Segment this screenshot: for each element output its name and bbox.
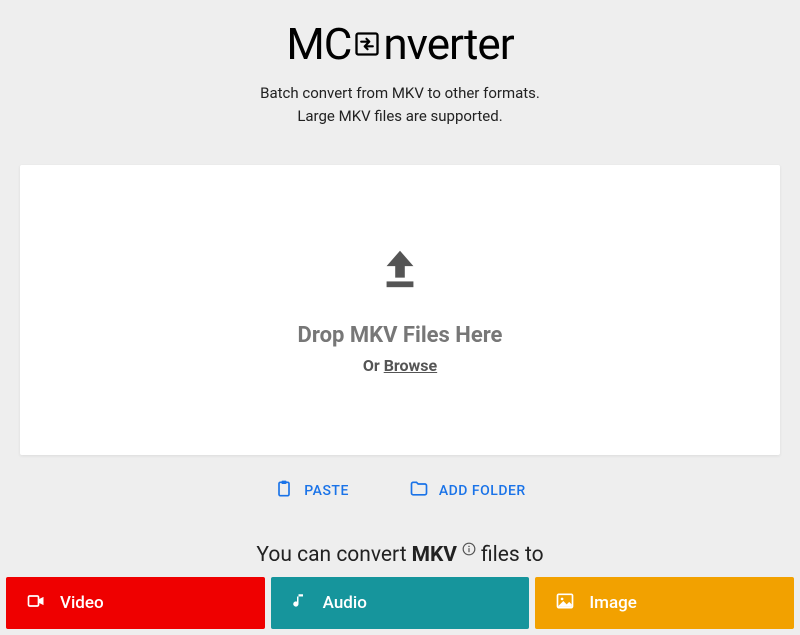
image-icon — [555, 591, 575, 616]
convert-pre: You can convert — [256, 543, 406, 567]
drop-heading: Drop MKV Files Here — [298, 323, 503, 348]
dropzone[interactable]: Drop MKV Files Here Or Browse — [20, 165, 780, 455]
browse-link[interactable]: Browse — [384, 356, 437, 375]
video-icon — [26, 591, 46, 616]
add-folder-label: ADD FOLDER — [439, 483, 526, 499]
paste-button[interactable]: PASTE — [266, 473, 357, 509]
format-video-label: Video — [60, 593, 104, 613]
folder-icon — [409, 479, 429, 503]
format-image-label: Image — [589, 593, 637, 613]
browse-line: Or Browse — [363, 356, 437, 375]
clipboard-icon — [274, 479, 294, 503]
format-audio-button[interactable]: Audio — [271, 577, 530, 629]
info-icon[interactable] — [462, 542, 476, 556]
format-strip: Video Audio Image — [0, 577, 800, 635]
format-image-button[interactable]: Image — [535, 577, 794, 629]
subtitle: Batch convert from MKV to other formats.… — [260, 82, 540, 127]
convert-format: MKV — [412, 543, 457, 567]
swap-icon — [353, 30, 381, 58]
upload-icon — [377, 245, 423, 295]
music-icon — [291, 592, 309, 615]
format-audio-label: Audio — [323, 593, 367, 613]
convert-heading: You can convert MKV files to — [256, 543, 543, 567]
action-row: PASTE ADD FOLDER — [266, 473, 533, 509]
subtitle-line-2: Large MKV files are supported. — [260, 105, 540, 128]
format-video-button[interactable]: Video — [6, 577, 265, 629]
paste-label: PASTE — [304, 483, 349, 499]
logo-text-post: nverter — [383, 18, 513, 70]
logo: MC nverter — [286, 18, 513, 70]
subtitle-line-1: Batch convert from MKV to other formats. — [260, 82, 540, 105]
logo-text-pre: MC — [286, 18, 351, 70]
or-text: Or — [363, 356, 384, 375]
add-folder-button[interactable]: ADD FOLDER — [401, 473, 534, 509]
convert-post: files to — [481, 543, 544, 567]
